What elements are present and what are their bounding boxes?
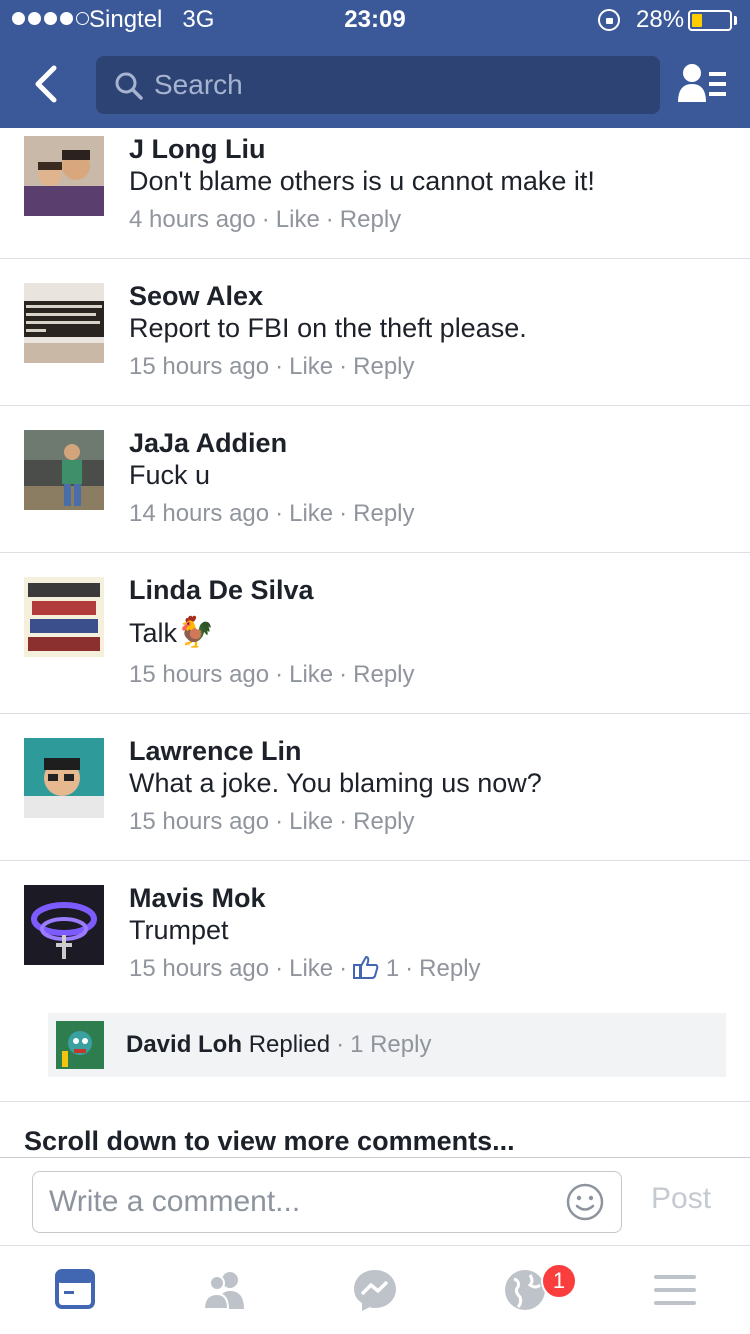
- reply-link[interactable]: Reply: [353, 500, 414, 527]
- news-feed-icon[interactable]: [50, 1267, 100, 1313]
- thumbs-up-icon: [353, 956, 379, 979]
- rooster-emoji: 🐓: [177, 616, 215, 649]
- avatar[interactable]: [24, 430, 104, 510]
- reply-summary-text: David Loh Replied · 1 Reply: [126, 1031, 432, 1058]
- comment-time: 4 hours ago: [129, 206, 256, 233]
- status-bar: Singtel 3G 23:09 28%: [0, 0, 750, 40]
- comment-composer: Post: [0, 1157, 750, 1246]
- replier-name: David Loh: [126, 1031, 243, 1058]
- reply-link[interactable]: Reply: [419, 955, 480, 982]
- search-input[interactable]: [154, 56, 644, 114]
- comment-item: Linda De Silva Talk🐓 15 hours ago · Like · R…: [0, 553, 750, 714]
- like-link[interactable]: Like: [289, 955, 333, 982]
- messenger-icon[interactable]: [350, 1267, 400, 1313]
- avatar[interactable]: [24, 136, 104, 216]
- comment-item: Seow Alex Report to FBI on the theft ple…: [0, 259, 750, 406]
- like-link[interactable]: Like: [289, 808, 333, 835]
- comment-text: Talk🐓: [129, 616, 215, 649]
- commenter-name[interactable]: Linda De Silva: [129, 575, 314, 606]
- avatar: [56, 1021, 104, 1069]
- commenter-name[interactable]: Lawrence Lin: [129, 736, 302, 767]
- view-more-comments[interactable]: Scroll down to view more comments...: [24, 1126, 515, 1157]
- replied-label: Replied: [248, 1031, 331, 1058]
- comment-input-box[interactable]: [32, 1171, 622, 1233]
- comment-text: Trumpet: [129, 915, 229, 945]
- comment-text: Don't blame others is u cannot make it!: [129, 166, 595, 196]
- friend-requests-icon[interactable]: [678, 62, 728, 108]
- comment-time: 14 hours ago: [129, 500, 270, 527]
- comment-meta: 15 hours ago · Like · Reply: [129, 353, 415, 380]
- comment-input[interactable]: [49, 1172, 559, 1232]
- battery-percentage: 28%: [636, 6, 685, 33]
- like-link[interactable]: Like: [289, 353, 333, 380]
- commenter-name[interactable]: JaJa Addien: [129, 428, 287, 459]
- replies-summary[interactable]: David Loh Replied · 1 Reply: [48, 1013, 726, 1077]
- avatar[interactable]: [24, 738, 104, 818]
- rotation-lock-icon: [598, 9, 620, 31]
- comment-meta: 14 hours ago · Like · Reply: [129, 500, 415, 527]
- like-link[interactable]: Like: [289, 500, 333, 527]
- search-bar[interactable]: [96, 56, 660, 114]
- comment-time: 15 hours ago: [129, 661, 270, 688]
- like-count[interactable]: 1: [386, 955, 399, 982]
- reply-link[interactable]: Reply: [353, 353, 414, 380]
- battery-tip: [734, 16, 737, 25]
- comment-item: Lawrence Lin What a joke. You blaming us…: [0, 714, 750, 861]
- comment-text: What a joke. You blaming us now?: [129, 768, 542, 798]
- commenter-name[interactable]: Seow Alex: [129, 281, 263, 312]
- comment-time: 15 hours ago: [129, 955, 270, 982]
- comment-meta: 15 hours ago · Like · Reply: [129, 808, 415, 835]
- comment-meta: 4 hours ago · Like · Reply: [129, 206, 402, 233]
- comment-item: J Long Liu Don't blame others is u canno…: [0, 128, 750, 259]
- reply-link[interactable]: Reply: [353, 808, 414, 835]
- post-button[interactable]: Post: [651, 1182, 711, 1216]
- back-icon[interactable]: [28, 62, 72, 106]
- comment-meta: 15 hours ago · Like · 1 · Reply: [129, 955, 481, 982]
- comment-text: Fuck u: [129, 460, 211, 490]
- menu-icon[interactable]: [650, 1267, 700, 1313]
- notification-badge: 1: [541, 1263, 577, 1299]
- like-link[interactable]: Like: [276, 206, 320, 233]
- like-link[interactable]: Like: [289, 661, 333, 688]
- smiley-icon[interactable]: [565, 1182, 605, 1222]
- commenter-name[interactable]: J Long Liu: [129, 134, 265, 165]
- reply-link[interactable]: Reply: [340, 206, 401, 233]
- commenter-name[interactable]: Mavis Mok: [129, 883, 266, 914]
- search-icon: [115, 72, 143, 100]
- comment-meta: 15 hours ago · Like · Reply: [129, 661, 415, 688]
- comment-time: 15 hours ago: [129, 353, 270, 380]
- comment-text: Report to FBI on the theft please.: [129, 313, 527, 343]
- reply-count: 1 Reply: [350, 1031, 432, 1058]
- avatar[interactable]: [24, 885, 104, 965]
- bottom-tab-bar: [0, 1247, 750, 1334]
- reply-link[interactable]: Reply: [353, 661, 414, 688]
- avatar[interactable]: [24, 577, 104, 657]
- top-bar: Singtel 3G 23:09 28%: [0, 0, 750, 128]
- avatar[interactable]: [24, 283, 104, 363]
- friends-icon[interactable]: [200, 1267, 250, 1313]
- battery-icon: [688, 10, 732, 31]
- comment-time: 15 hours ago: [129, 808, 270, 835]
- comment-item: JaJa Addien Fuck u 14 hours ago · Like · Rep…: [0, 406, 750, 553]
